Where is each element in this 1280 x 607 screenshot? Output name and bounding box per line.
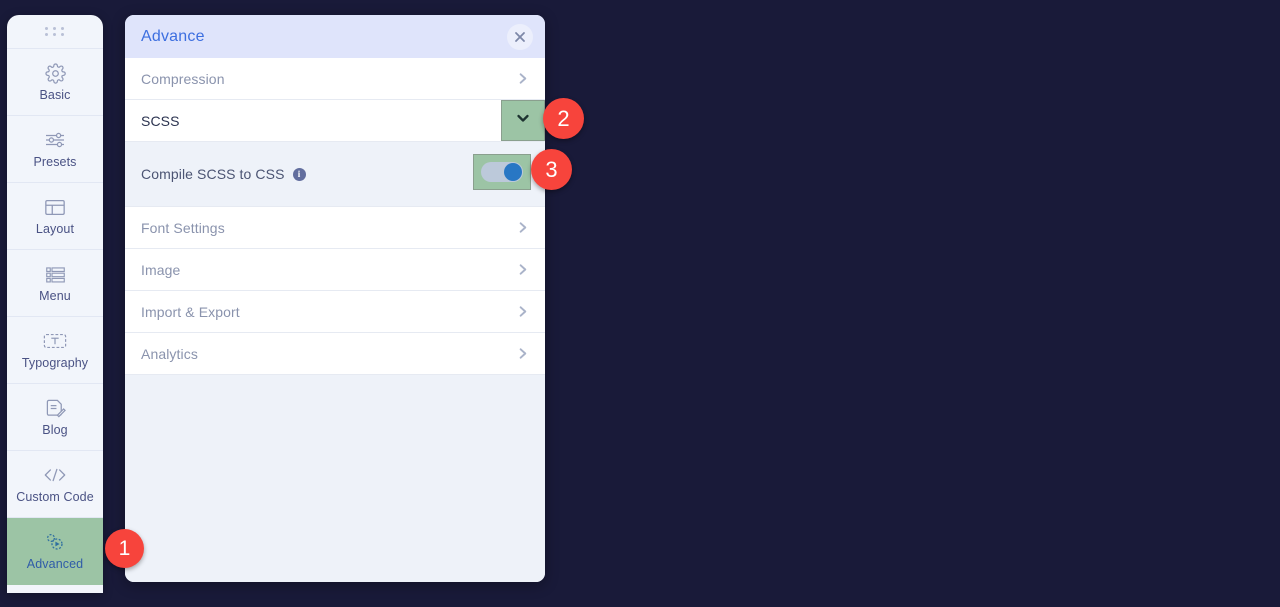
sidebar-item-label: Basic [39,88,71,103]
chevron-right-icon [516,305,529,318]
step-badge-1: 1 [105,529,144,568]
panel-empty-area [125,375,545,582]
sidebar-item-label: Layout [35,222,75,237]
sidebar-item-label: Advanced [26,557,84,572]
row-import-export[interactable]: Import & Export [125,291,545,333]
row-font-settings[interactable]: Font Settings [125,207,545,249]
toggle-knob [504,163,522,181]
advanced-gear-icon [44,531,66,553]
advance-panel: Advance Compression SCSS Compile SCSS to… [125,15,545,582]
row-image[interactable]: Image [125,249,545,291]
chevron-right-icon [516,72,529,85]
chevron-right-icon [516,347,529,360]
row-label: Analytics [141,345,198,362]
row-label: Compile SCSS to CSS [141,166,285,182]
sidebar-item-menu[interactable]: Menu [7,250,103,317]
info-icon[interactable]: i [292,167,306,181]
sliders-icon [44,129,66,151]
layout-icon [44,196,66,218]
row-compression[interactable]: Compression [125,58,545,100]
drag-dots-icon [44,27,66,36]
sidebar-item-typography[interactable]: Typography [7,317,103,384]
step-badge-3: 3 [531,149,572,190]
row-scss[interactable]: SCSS [125,100,545,142]
row-analytics[interactable]: Analytics [125,333,545,375]
text-box-icon [43,330,67,352]
sidebar-item-blog[interactable]: Blog [7,384,103,451]
sidebar-drag-handle[interactable] [7,15,103,49]
sidebar-item-presets[interactable]: Presets [7,116,103,183]
sidebar: Basic Presets Layout Menu Typography Blo… [7,15,103,593]
toggle-switch[interactable] [481,162,523,182]
sidebar-item-label: Menu [39,289,71,304]
row-compile-scss: Compile SCSS to CSS i [125,142,545,207]
sidebar-item-basic[interactable]: Basic [7,49,103,116]
compile-scss-toggle[interactable] [473,154,531,190]
sidebar-item-label: Blog [42,423,68,438]
chevron-down-icon [515,110,531,131]
scss-dropdown-button[interactable] [501,100,545,141]
close-icon [515,31,525,42]
close-button[interactable] [507,23,533,50]
row-label: Import & Export [141,303,240,320]
chevron-right-icon [516,263,529,276]
code-brackets-icon [43,464,67,486]
app-root: Basic Presets Layout Menu Typography Blo… [0,0,1280,607]
gear-icon [44,62,66,84]
row-label: Font Settings [141,219,225,236]
settings-list: Compression SCSS Compile SCSS to CSS i F… [125,58,545,375]
row-label: Compression [141,70,225,87]
sidebar-item-label: Custom Code [16,490,94,505]
document-pen-icon [45,397,66,419]
panel-header: Advance [125,15,545,58]
step-badge-2: 2 [543,98,584,139]
sidebar-item-custom-code[interactable]: Custom Code [7,451,103,518]
list-icon [45,263,66,285]
sidebar-item-layout[interactable]: Layout [7,183,103,250]
sidebar-item-label: Presets [33,155,77,170]
chevron-right-icon [516,221,529,234]
row-label-group: Compile SCSS to CSS i [141,166,529,182]
row-label: Image [141,261,181,278]
panel-title: Advance [141,27,205,45]
row-label: SCSS [141,112,180,129]
sidebar-item-advanced[interactable]: Advanced [7,518,103,585]
sidebar-item-label: Typography [21,356,89,371]
